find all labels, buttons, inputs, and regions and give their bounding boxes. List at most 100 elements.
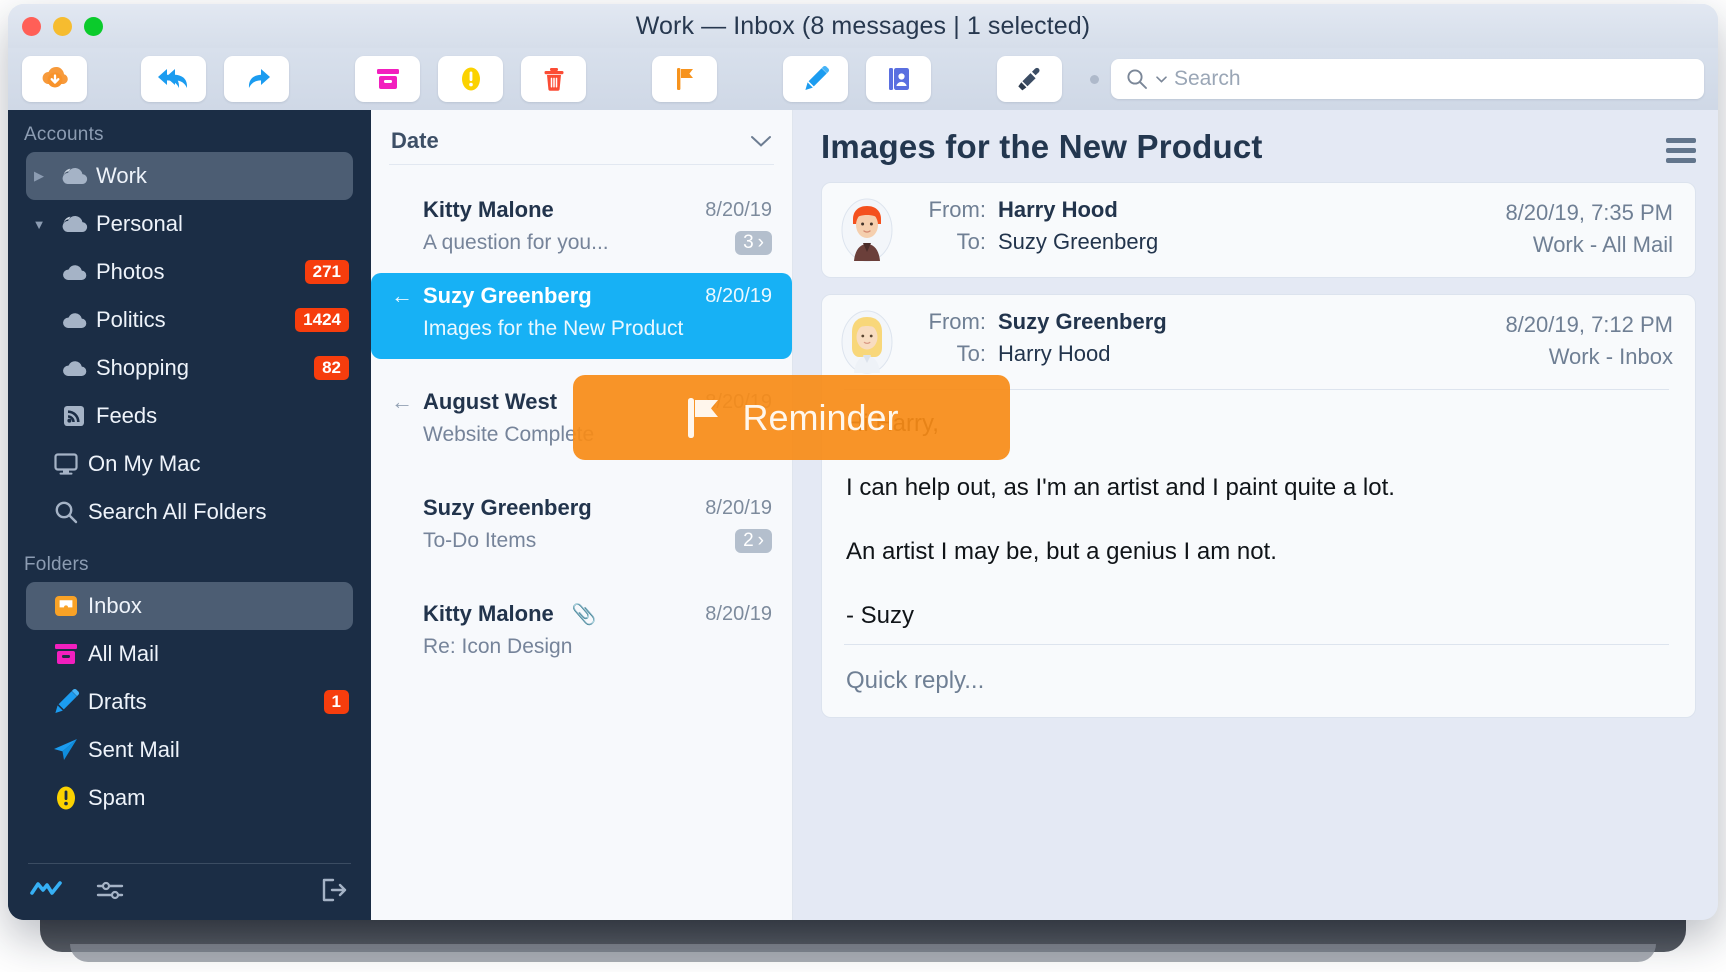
junk-button[interactable]	[438, 56, 503, 102]
to-value: Suzy Greenberg	[998, 229, 1158, 255]
archive-icon	[374, 65, 402, 93]
unread-badge: 1424	[295, 308, 349, 332]
message-mailbox: Work - All Mail	[1505, 229, 1673, 261]
thread-count-badge[interactable]: 2 ›	[735, 529, 772, 553]
reading-pane: Images for the New Product	[793, 110, 1718, 920]
sidebar-item-label: Search All Folders	[88, 499, 353, 525]
compose-button[interactable]	[783, 56, 848, 102]
replied-arrow-icon: ←	[391, 283, 413, 309]
replied-arrow-icon: ←	[391, 389, 413, 415]
message-subject: Images for the New Product	[423, 317, 772, 341]
main-body: Accounts ▶ Work ▼ Personal	[8, 110, 1718, 920]
hamburger-menu-icon[interactable]	[1666, 128, 1696, 163]
reminder-hud: Reminder	[573, 375, 1010, 460]
sidebar-item-label: Spam	[88, 785, 353, 811]
flag-icon	[684, 394, 724, 442]
to-label: To:	[910, 341, 998, 367]
reminder-label: Reminder	[742, 397, 898, 439]
window-title: Work — Inbox (8 messages | 1 selected)	[8, 12, 1718, 41]
search-field[interactable]: Search	[1111, 59, 1704, 99]
sidebar-item-spam[interactable]: Spam	[26, 774, 353, 822]
sidebar-item-feeds[interactable]: Feeds	[26, 392, 353, 440]
sidebar-item-personal[interactable]: ▼ Personal	[26, 200, 353, 248]
get-mail-button[interactable]	[22, 56, 87, 102]
message-list-item-1[interactable]: ← Suzy Greenberg 8/20/19 Images for the …	[371, 273, 792, 359]
filter-settings-icon[interactable]	[96, 878, 126, 907]
sidebar-item-on-my-mac[interactable]: On My Mac	[26, 440, 353, 488]
contacts-button[interactable]	[866, 56, 931, 102]
sidebar-item-photos[interactable]: Photos 271	[26, 248, 353, 296]
sidebar-item-search-all-folders[interactable]: Search All Folders	[26, 488, 353, 536]
message-subject: A question for you...	[423, 231, 735, 255]
cloud-icon	[52, 310, 96, 330]
forward-button[interactable]	[224, 56, 289, 102]
mac-base-lower	[70, 944, 1656, 962]
activity-icon[interactable]	[30, 879, 62, 906]
cloud-download-icon	[40, 66, 70, 92]
disclosure-triangle-collapsed-icon[interactable]: ▶	[26, 168, 52, 184]
chevron-right-icon: ›	[758, 232, 764, 254]
chevron-right-icon: ›	[758, 530, 764, 552]
reply-all-button[interactable]	[141, 56, 206, 102]
sidebar-item-inbox[interactable]: Inbox	[26, 582, 353, 630]
sidebar-item-politics[interactable]: Politics 1424	[26, 296, 353, 344]
sidebar-item-all-mail[interactable]: All Mail	[26, 630, 353, 678]
from-label: From:	[910, 309, 998, 335]
log-out-icon[interactable]	[319, 877, 349, 908]
pencil-icon	[802, 65, 830, 93]
sidebar-item-label: All Mail	[88, 641, 353, 667]
sidebar-item-shopping[interactable]: Shopping 82	[26, 344, 353, 392]
sidebar-item-label: On My Mac	[88, 451, 353, 477]
unread-badge: 1	[324, 690, 349, 714]
attachment-icon: 📎	[572, 602, 597, 627]
sidebar-item-label: Politics	[96, 307, 295, 333]
message-list-item-3[interactable]: ← Suzy Greenberg 8/20/19 To-Do Items 2 ›	[371, 485, 792, 571]
message-subject: To-Do Items	[423, 529, 735, 553]
sidebar-item-label: Work	[96, 163, 353, 189]
chevron-down-icon[interactable]	[1155, 73, 1168, 86]
from-value: Suzy Greenberg	[998, 309, 1167, 335]
disclosure-triangle-expanded-icon[interactable]: ▼	[26, 217, 52, 232]
conversation-title: Images for the New Product	[821, 128, 1263, 166]
message-card-0[interactable]: From: Harry Hood To: Suzy Greenberg 8/20…	[821, 182, 1696, 278]
thread-count: 3	[743, 232, 754, 254]
rss-icon	[52, 404, 96, 428]
unread-badge: 82	[314, 356, 349, 380]
from-value: Harry Hood	[998, 197, 1118, 223]
paper-plane-icon	[44, 737, 88, 763]
message-mailbox: Work - Inbox	[1505, 341, 1673, 373]
from-label: From:	[910, 197, 998, 223]
pencil-icon	[44, 688, 88, 716]
unread-badge: 271	[305, 260, 349, 284]
message-signature: - Suzy	[846, 602, 1667, 630]
sidebar-item-drafts[interactable]: Drafts 1	[26, 678, 353, 726]
search-icon	[44, 499, 88, 525]
sidebar-item-label: Shopping	[96, 355, 314, 381]
clean-up-button[interactable]	[997, 56, 1062, 102]
message-list-item-0[interactable]: ← Kitty Malone 8/20/19 A question for yo…	[371, 187, 792, 273]
archive-button[interactable]	[355, 56, 420, 102]
flag-button[interactable]	[652, 56, 717, 102]
flag-icon	[672, 65, 698, 93]
chevron-down-icon[interactable]	[750, 134, 772, 148]
quick-reply-input[interactable]: Quick reply...	[840, 645, 1673, 703]
to-label: To:	[910, 229, 998, 255]
message-timestamp: 8/20/19, 7:12 PM	[1505, 309, 1673, 341]
message-paragraph-1: I can help out, as I'm an artist and I p…	[846, 474, 1667, 502]
message-date: 8/20/19	[705, 285, 772, 308]
reply-all-icon	[156, 66, 192, 92]
message-list-item-4[interactable]: ← Kitty Malone 📎 8/20/19 Re: Icon Design	[371, 591, 792, 677]
sidebar-item-label: Personal	[96, 211, 353, 237]
warning-icon	[458, 65, 484, 93]
message-sender: Suzy Greenberg	[423, 283, 695, 309]
to-value: Harry Hood	[998, 341, 1110, 367]
search-icon	[1125, 67, 1149, 91]
message-card-1[interactable]: From: Suzy Greenberg To: Harry Hood 8/20…	[821, 294, 1696, 718]
thread-count-badge[interactable]: 3 ›	[735, 231, 772, 255]
sidebar-item-work[interactable]: ▶ Work	[26, 152, 353, 200]
message-sender: Kitty Malone	[423, 601, 554, 627]
cloud-icon	[52, 358, 96, 378]
message-list-header[interactable]: Date	[371, 110, 792, 164]
sidebar-item-sent-mail[interactable]: Sent Mail	[26, 726, 353, 774]
delete-button[interactable]	[521, 56, 586, 102]
